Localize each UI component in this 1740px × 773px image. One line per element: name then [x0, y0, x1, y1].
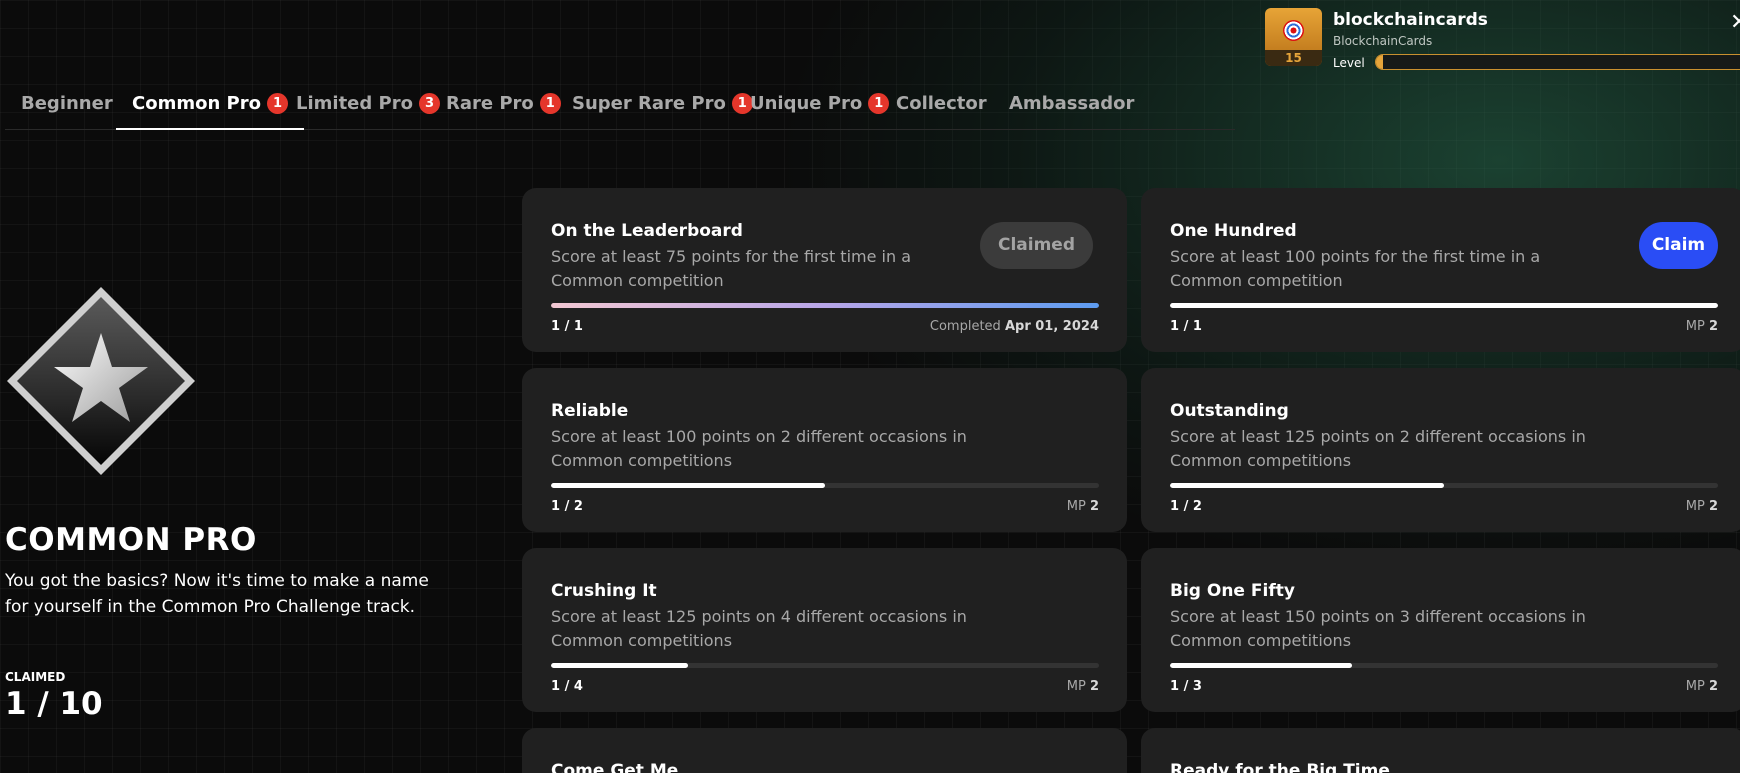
track-title: COMMON PRO: [5, 522, 257, 558]
tab-label: Unique Pro: [750, 93, 863, 114]
mp-label: MP: [1685, 499, 1705, 514]
progress-count: 1 / 2: [551, 499, 583, 514]
tab-badge: 1: [266, 93, 288, 114]
card-title: Crushing It: [551, 581, 657, 601]
mp-reward: MP 2: [1067, 679, 1099, 694]
progress-count: 1 / 3: [1170, 679, 1202, 694]
target-icon: [1283, 20, 1304, 41]
tab-label: Limited Pro: [296, 93, 413, 114]
tab-label: Super Rare Pro: [572, 93, 726, 114]
card-title: Come Get Me: [551, 761, 679, 773]
challenge-tabs: Beginner Common Pro 1 Limited Pro 3 Rare P…: [5, 88, 1235, 130]
card-title: Reliable: [551, 401, 629, 421]
challenge-card: Ready for the Big Time: [1141, 728, 1740, 773]
profile-header[interactable]: 15 blockchaincards BlockchainCards Level: [1265, 8, 1740, 70]
level-progress-fill: [1376, 55, 1384, 69]
progress-bar: [1170, 303, 1718, 308]
progress-bar: [1170, 483, 1718, 488]
progress-count: 1 / 2: [1170, 499, 1202, 514]
profile-name: blockchaincards: [1333, 10, 1488, 30]
progress-fill: [1170, 303, 1718, 308]
challenge-card: Reliable Score at least 100 points on 2 …: [522, 368, 1127, 532]
completed-date: Apr 01, 2024: [1004, 319, 1099, 334]
mp-reward: MP 2: [1067, 499, 1099, 514]
progress-fill: [551, 663, 688, 668]
completion-status: Completed Apr 01, 2024: [930, 319, 1099, 334]
tab-label: Ambassador: [1009, 93, 1135, 114]
challenge-card: Crushing It Score at least 125 points on…: [522, 548, 1127, 712]
mp-label: MP: [1685, 319, 1705, 334]
mp-value: 2: [1089, 679, 1099, 694]
challenge-card: Outstanding Score at least 125 points on…: [1141, 368, 1740, 532]
profile-subtitle: BlockchainCards: [1333, 34, 1433, 48]
card-description: Score at least 75 points for the first t…: [551, 247, 912, 290]
tab-beginner[interactable]: Beginner: [21, 88, 113, 130]
card-description: Score at least 150 points on 3 different…: [1170, 607, 1586, 650]
status-prefix: Completed: [929, 319, 1001, 334]
card-title: Big One Fifty: [1170, 581, 1295, 601]
progress-count: 1 / 1: [1170, 319, 1202, 334]
tab-collector[interactable]: Collector: [896, 88, 987, 130]
progress-fill: [551, 303, 1099, 308]
mp-reward: MP 2: [1686, 679, 1718, 694]
level-progress-bar: [1375, 54, 1740, 70]
challenge-card: Big One Fifty Score at least 150 points …: [1141, 548, 1740, 712]
card-description: Score at least 125 points on 2 different…: [1170, 427, 1586, 470]
card-title: Outstanding: [1170, 401, 1289, 421]
progress-fill: [551, 483, 825, 488]
progress-count: 1 / 1: [551, 319, 583, 334]
progress-bar: [1170, 663, 1718, 668]
mp-label: MP: [1066, 679, 1086, 694]
progress-bar: [551, 663, 1099, 668]
card-title: Ready for the Big Time: [1170, 761, 1390, 773]
challenge-card: Come Get Me: [522, 728, 1127, 773]
challenge-card: One Hundred Score at least 100 points fo…: [1141, 188, 1740, 352]
tab-badge: 3: [418, 93, 440, 114]
progress-bar: [551, 483, 1099, 488]
mp-label: MP: [1066, 499, 1086, 514]
mp-value: 2: [1708, 499, 1718, 514]
track-description: You got the basics? Now it's time to mak…: [5, 571, 429, 617]
progress-count: 1 / 4: [551, 679, 583, 694]
mp-reward: MP 2: [1686, 319, 1718, 334]
mp-value: 2: [1708, 679, 1718, 694]
progress-fill: [1170, 483, 1444, 488]
profile-avatar[interactable]: 15: [1265, 8, 1322, 66]
tab-rare-pro[interactable]: Rare Pro 1: [446, 88, 561, 130]
mp-label: MP: [1685, 679, 1705, 694]
tab-ambassador[interactable]: Ambassador: [1009, 88, 1134, 130]
close-icon[interactable]: ✕: [1730, 10, 1740, 35]
mp-reward: MP 2: [1686, 499, 1718, 514]
card-title: On the Leaderboard: [551, 221, 743, 241]
claimed-count: 1 / 10: [5, 686, 103, 722]
mp-value: 2: [1708, 319, 1718, 334]
level-number: 15: [1265, 50, 1322, 66]
card-title: One Hundred: [1170, 221, 1297, 241]
claim-button[interactable]: Claim: [1639, 222, 1718, 269]
progress-fill: [1170, 663, 1353, 668]
claimed-label: CLAIMED: [5, 670, 66, 684]
tab-label: Collector: [896, 93, 987, 114]
claimed-button[interactable]: Claimed: [980, 222, 1093, 269]
tab-label: Beginner: [21, 93, 113, 114]
tab-badge: 1: [539, 93, 561, 114]
star-emblem-icon: [7, 287, 195, 475]
tab-limited-pro[interactable]: Limited Pro 3: [296, 88, 440, 130]
card-description: Score at least 125 points on 4 different…: [551, 607, 967, 650]
card-description: Score at least 100 points for the first …: [1170, 247, 1541, 290]
progress-bar: [551, 303, 1099, 308]
tab-label: Common Pro: [132, 93, 261, 114]
level-label: Level: [1333, 56, 1365, 70]
challenge-card: On the Leaderboard Score at least 75 poi…: [522, 188, 1127, 352]
tab-label: Rare Pro: [446, 93, 534, 114]
tab-unique-pro[interactable]: Unique Pro 1: [750, 88, 890, 130]
card-description: Score at least 100 points on 2 different…: [551, 427, 967, 470]
tab-super-rare-pro[interactable]: Super Rare Pro 1: [572, 88, 753, 130]
tab-badge: 1: [868, 93, 890, 114]
tab-common-pro[interactable]: Common Pro 1: [116, 88, 304, 130]
mp-value: 2: [1089, 499, 1099, 514]
